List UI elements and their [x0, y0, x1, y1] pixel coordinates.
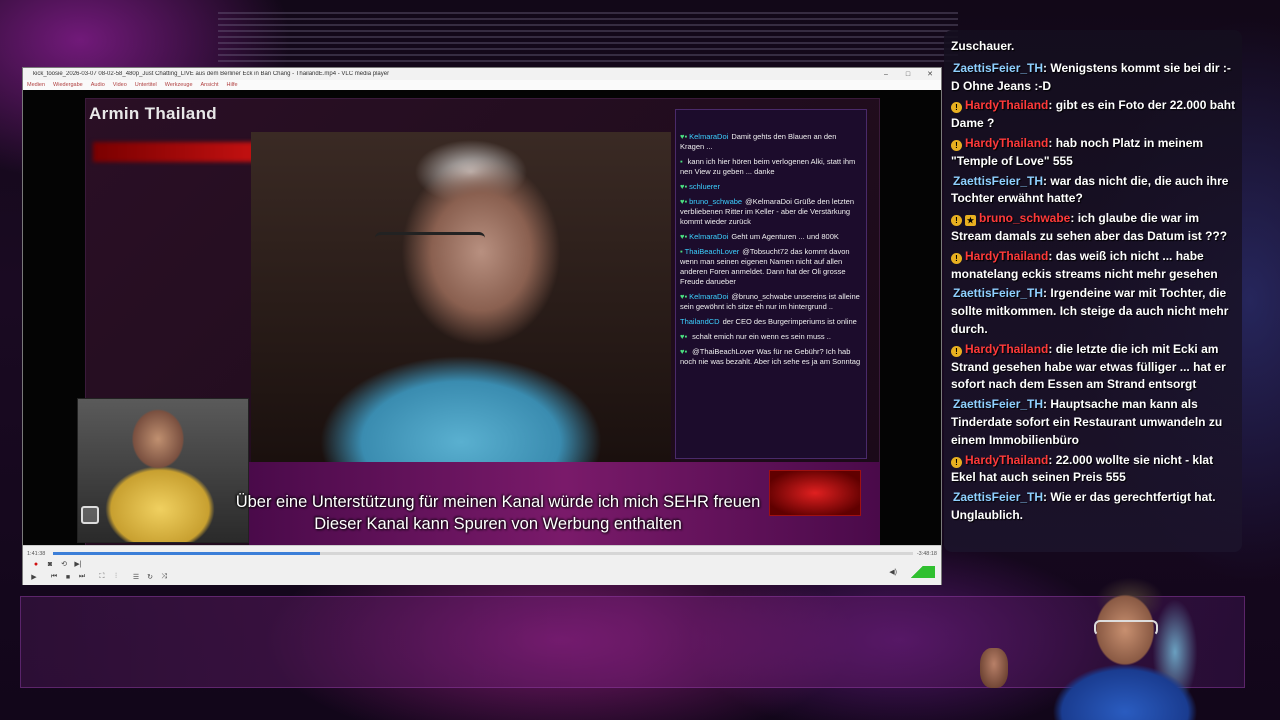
webcam-glasses-shape	[1094, 620, 1158, 636]
inner-chat-panel: ♥▪ KelmaraDoi Damit gehts den Blauen an de…	[675, 109, 867, 459]
menu-audio[interactable]: Audio	[91, 82, 105, 88]
streamer-video	[251, 132, 671, 462]
menu-ansicht[interactable]: Ansicht	[201, 82, 219, 88]
chat-badge-icon: !	[951, 102, 962, 114]
chat-message: ! HardyThailand: das weiß ich nicht ... h…	[951, 248, 1236, 284]
fullscreen-icon[interactable]: ⛶	[97, 572, 107, 582]
menu-untertitel[interactable]: Untertitel	[135, 82, 157, 88]
top-decoration	[218, 12, 958, 62]
chat-message: ! ★ bruno_schwabe: ich glaube die war im S…	[951, 210, 1236, 246]
chat-username: HardyThailand	[965, 452, 1049, 467]
playback-controls: ▶ ⏮ ■ ⏭ ⛶ ⫶ ☰ ↻ ⤨	[29, 572, 169, 582]
inner-chat-message: ThailandCD der CEO des Burgerimperiums is…	[680, 317, 857, 326]
advanced-controls: ● ◙ ⟲ ▶|	[31, 559, 83, 569]
chat-message: ZaettisFeier_TH: Wenigstens kommt sie be…	[951, 60, 1236, 96]
chat-username: HardyThailand	[965, 248, 1049, 263]
chat-username: ZaettisFeier_TH	[953, 173, 1044, 188]
previous-icon[interactable]: ⏮	[49, 572, 59, 582]
menu-werkzeuge[interactable]: Werkzeuge	[165, 82, 193, 88]
vlc-titlebar: kick_toosie_2026-03-07 08-02-58_480p_Jus…	[23, 68, 941, 80]
channel-label: Armin Thailand	[89, 104, 217, 123]
chat-username: HardyThailand	[965, 135, 1049, 150]
vlc-controls: 1:41:38 -3:48:18 ● ◙ ⟲ ▶| ▶ ⏮ ■ ⏭ ⛶ ⫶ ☰ …	[23, 545, 941, 585]
chat-username: ZaettisFeier_TH	[953, 490, 1044, 505]
chat-username: bruno_schwabe	[979, 211, 1071, 226]
chat-username: HardyThailand	[965, 98, 1049, 113]
chat-subscriber-icon: ★	[965, 215, 976, 227]
chat-message: ZaettisFeier_TH: Wie er das gerechtferti…	[951, 489, 1236, 525]
play-icon[interactable]: ▶	[29, 572, 39, 582]
chat-badge-icon: !	[951, 215, 962, 227]
menu-wiedergabe[interactable]: Wiedergabe	[53, 82, 83, 88]
chat-overlay: Zuschauer. ZaettisFeier_TH: Wenigstens k…	[944, 30, 1242, 552]
inner-chat-message: ♥▪ schalt emich nur ein wenn es sein muss…	[680, 332, 831, 341]
elapsed-time: 1:41:38	[27, 551, 46, 557]
chat-username: ZaettisFeier_TH	[953, 60, 1044, 75]
seek-bar[interactable]	[53, 552, 913, 555]
streamer-webcam	[975, 572, 1245, 720]
frame-step-icon[interactable]: ▶|	[73, 559, 83, 569]
inner-chat-message: ♥▪ KelmaraDoi Damit gehts den Blauen an de…	[680, 132, 837, 151]
vlc-menubar: Medien Wiedergabe Audio Video Untertitel…	[23, 80, 941, 90]
next-icon[interactable]: ⏭	[77, 572, 87, 582]
chat-message: ! HardyThailand: hab noch Platz in meinem…	[951, 135, 1236, 171]
chat-username: ZaettisFeier_TH	[953, 397, 1044, 412]
inner-chat-message: ♥▪ bruno_schwabe @KelmaraDoi Grüße den let…	[680, 197, 855, 226]
subtitle-line-1: Über eine Unterstützung für meinen Kanal…	[235, 493, 761, 511]
inner-chat-message: ♥▪ KelmaraDoi @bruno_schwabe unsereins ist…	[680, 292, 860, 311]
stop-icon[interactable]: ■	[63, 572, 73, 582]
menu-video[interactable]: Video	[113, 82, 127, 88]
extended-settings-icon[interactable]: ⫶	[111, 572, 121, 582]
volume-slider[interactable]	[899, 566, 935, 578]
seek-bar-fill	[53, 552, 320, 555]
chat-message: ! HardyThailand: 22.000 wollte sie nicht …	[951, 452, 1236, 488]
loop-icon[interactable]: ↻	[145, 572, 155, 582]
inner-chat-message: ♥▪ schluerer	[680, 182, 720, 191]
chat-message: ZaettisFeier_TH: Irgendeine war mit Toch…	[951, 285, 1236, 338]
chat-badge-icon: !	[951, 345, 962, 357]
inner-chat-message: ♥▪ @ThaiBeachLover Was für ne Gebühr? Ich…	[680, 347, 861, 366]
chat-message: ZaettisFeier_TH: Hauptsache man kann als…	[951, 396, 1236, 449]
remaining-time: -3:48:18	[916, 551, 937, 557]
chat-badge-icon: !	[951, 252, 962, 264]
vlc-window-title: kick_toosie_2026-03-07 08-02-58_480p_Jus…	[33, 71, 390, 77]
inner-chat-message: ♥▪ KelmaraDoi Geht um Agenturen ... und 80…	[680, 232, 839, 241]
menu-hilfe[interactable]: Hilfe	[227, 82, 238, 88]
chat-badge-icon: !	[951, 139, 962, 151]
video-area[interactable]: Armin Thailand ♥▪ KelmaraDoi Damit gehts d…	[23, 90, 941, 545]
chat-header-line: Zuschauer.	[951, 39, 1015, 53]
menu-medien[interactable]: Medien	[27, 82, 45, 88]
chat-username: HardyThailand	[965, 341, 1049, 356]
minimize-button[interactable]: –	[875, 71, 897, 78]
chat-badge-icon: !	[951, 456, 962, 468]
playlist-icon[interactable]: ☰	[131, 572, 141, 582]
shuffle-icon[interactable]: ⤨	[159, 572, 169, 582]
snapshot-icon[interactable]: ◙	[45, 559, 55, 569]
chat-message: ZaettisFeier_TH: war das nicht die, die …	[951, 173, 1236, 209]
chat-message: ! HardyThailand: die letzte die ich mit E…	[951, 341, 1236, 394]
inner-chat-message: ▪ kann ich hier hören beim verlogenen Alk…	[680, 157, 856, 176]
record-icon[interactable]: ●	[31, 559, 41, 569]
subtitle-line-2: Dieser Kanal kann Spuren von Werbung ent…	[314, 515, 682, 533]
volume-icon[interactable]: ◀)	[889, 568, 897, 576]
webcam-hand-shape	[980, 648, 1008, 688]
close-button[interactable]: ✕	[919, 70, 941, 78]
chat-username: ZaettisFeier_TH	[953, 286, 1044, 301]
chat-message: ! HardyThailand: gibt es ein Foto der 22.…	[951, 97, 1236, 133]
glasses-shape	[375, 232, 485, 254]
inner-chat-message: ▪ ThaiBeachLover @Tobsucht72 das kommt dav…	[680, 247, 850, 286]
maximize-button[interactable]: □	[897, 71, 919, 78]
overlay-square-icon	[81, 506, 99, 524]
loop-ab-icon[interactable]: ⟲	[59, 559, 69, 569]
vlc-window: kick_toosie_2026-03-07 08-02-58_480p_Jus…	[22, 67, 942, 585]
